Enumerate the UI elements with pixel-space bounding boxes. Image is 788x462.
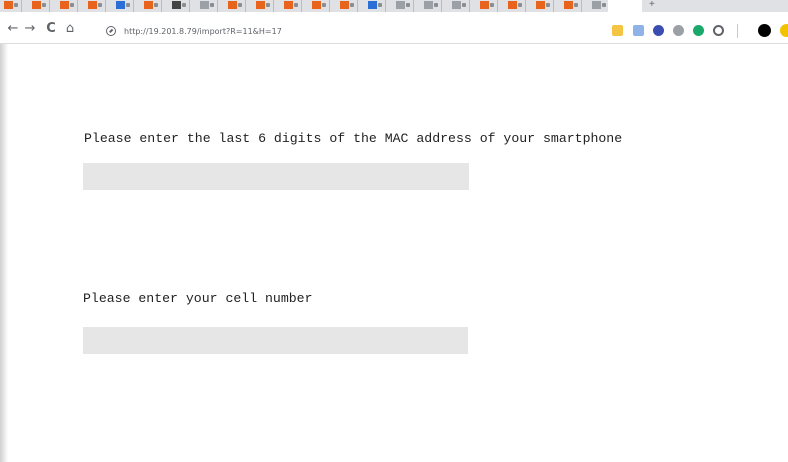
close-tab-icon[interactable] — [546, 3, 550, 7]
browser-tab[interactable] — [532, 0, 554, 12]
url-text[interactable]: http://19.201.8.79/import?R=11&H=17 — [124, 27, 282, 36]
site-info-icon[interactable] — [106, 26, 116, 36]
tab-favicon-icon — [60, 1, 69, 9]
close-tab-icon[interactable] — [14, 3, 18, 7]
reload-icon[interactable]: C — [44, 22, 58, 36]
tab-favicon-icon — [228, 1, 237, 9]
tab-favicon-icon — [284, 1, 293, 9]
browser-tab[interactable] — [252, 0, 274, 12]
close-tab-icon[interactable] — [434, 3, 438, 7]
browser-tab[interactable] — [28, 0, 50, 12]
mac-address-input[interactable] — [83, 163, 469, 190]
browser-tab[interactable] — [336, 0, 358, 12]
close-tab-icon[interactable] — [602, 3, 606, 7]
close-tab-icon[interactable] — [378, 3, 382, 7]
grid-extension-icon[interactable] — [673, 25, 684, 36]
tab-favicon-icon — [256, 1, 265, 9]
close-tab-icon[interactable] — [574, 3, 578, 7]
browser-tab[interactable] — [588, 0, 610, 12]
browser-tab[interactable] — [308, 0, 330, 12]
browser-tab[interactable] — [392, 0, 414, 12]
cell-number-prompt: Please enter your cell number — [83, 291, 313, 306]
close-tab-icon[interactable] — [154, 3, 158, 7]
close-tab-icon[interactable] — [210, 3, 214, 7]
tab-favicon-icon — [508, 1, 517, 9]
browser-tab[interactable] — [420, 0, 442, 12]
close-tab-icon[interactable] — [350, 3, 354, 7]
browser-tab[interactable] — [84, 0, 106, 12]
close-tab-icon[interactable] — [98, 3, 102, 7]
tab-favicon-icon — [396, 1, 405, 9]
tab-favicon-icon — [172, 1, 181, 9]
browser-tab[interactable] — [112, 0, 134, 12]
close-tab-icon[interactable] — [406, 3, 410, 7]
close-tab-icon[interactable] — [462, 3, 466, 7]
browser-tab[interactable] — [0, 0, 22, 12]
green-circle-extension-icon[interactable] — [693, 25, 704, 36]
tab-favicon-icon — [144, 1, 153, 9]
close-tab-icon[interactable] — [322, 3, 326, 7]
browser-tab[interactable] — [224, 0, 246, 12]
tab-favicon-icon — [536, 1, 545, 9]
tab-favicon-icon — [312, 1, 321, 9]
window-edge-shadow — [0, 44, 8, 462]
close-tab-icon[interactable] — [126, 3, 130, 7]
active-tab[interactable] — [608, 0, 642, 12]
tab-favicon-icon — [116, 1, 125, 9]
close-tab-icon[interactable] — [70, 3, 74, 7]
close-tab-icon[interactable] — [266, 3, 270, 7]
back-icon[interactable]: ← — [6, 22, 20, 36]
tab-favicon-icon — [480, 1, 489, 9]
browser-tab[interactable] — [140, 0, 162, 12]
circle-outline-extension-icon[interactable] — [713, 25, 724, 36]
browser-tab[interactable] — [560, 0, 582, 12]
browser-tab[interactable] — [168, 0, 190, 12]
tab-favicon-icon — [4, 1, 13, 9]
browser-tab[interactable] — [476, 0, 498, 12]
yellow-circle-extension-icon[interactable] — [780, 24, 788, 37]
home-icon[interactable]: ⌂ — [63, 22, 77, 36]
tab-favicon-icon — [368, 1, 377, 9]
browser-tab[interactable] — [196, 0, 218, 12]
document-extension-icon[interactable] — [633, 25, 644, 36]
blue-dot-extension-icon[interactable] — [653, 25, 664, 36]
browser-tab[interactable] — [448, 0, 470, 12]
tab-favicon-icon — [200, 1, 209, 9]
tab-favicon-icon — [452, 1, 461, 9]
tab-favicon-icon — [32, 1, 41, 9]
close-tab-icon[interactable] — [238, 3, 242, 7]
tab-favicon-icon — [340, 1, 349, 9]
tab-strip: + — [0, 0, 788, 12]
close-tab-icon[interactable] — [42, 3, 46, 7]
close-tab-icon[interactable] — [518, 3, 522, 7]
mac-address-prompt: Please enter the last 6 digits of the MA… — [84, 131, 623, 146]
black-circle-extension-icon[interactable] — [758, 24, 771, 37]
close-tab-icon[interactable] — [490, 3, 494, 7]
tab-favicon-icon — [592, 1, 601, 9]
tab-favicon-icon — [88, 1, 97, 9]
new-tab-button[interactable]: + — [649, 0, 657, 10]
cell-number-input[interactable] — [83, 327, 468, 354]
close-tab-icon[interactable] — [182, 3, 186, 7]
browser-tab[interactable] — [280, 0, 302, 12]
close-tab-icon[interactable] — [294, 3, 298, 7]
tab-favicon-icon — [424, 1, 433, 9]
folder-extension-icon[interactable] — [612, 25, 623, 36]
browser-toolbar: ← → C ⌂ http://19.201.8.79/import?R=11&H… — [0, 12, 788, 44]
toolbar-separator — [737, 24, 738, 38]
browser-tab[interactable] — [364, 0, 386, 12]
browser-tab[interactable] — [504, 0, 526, 12]
browser-tab[interactable] — [56, 0, 78, 12]
tab-favicon-icon — [564, 1, 573, 9]
forward-icon[interactable]: → — [23, 22, 37, 36]
